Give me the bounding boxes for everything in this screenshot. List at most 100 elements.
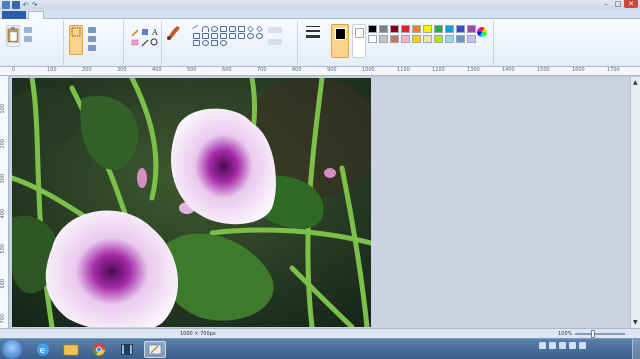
ruler-tick-label: 800 [292, 67, 302, 73]
cloud-shape[interactable] [202, 40, 209, 46]
system-tray[interactable] [539, 342, 586, 349]
quick-access-toolbar: ↶ ↷ [2, 1, 38, 9]
status-bar: 1000 × 700px 100% [0, 328, 640, 338]
triangle-shape[interactable] [247, 25, 254, 33]
pencil-icon[interactable] [131, 29, 139, 37]
tab-view[interactable] [48, 11, 64, 19]
oval-shape[interactable] [211, 26, 218, 32]
rotate-icon[interactable] [88, 45, 96, 51]
callout-shape[interactable] [193, 40, 200, 46]
clipboard-group [2, 21, 64, 65]
media-icon[interactable] [116, 341, 138, 358]
ruler-tick-label: 700 [257, 67, 267, 73]
curve-shape[interactable] [202, 26, 209, 32]
explorer-icon[interactable] [60, 341, 82, 358]
eraser-icon[interactable] [131, 39, 139, 46]
ruler-tick-label: 900 [327, 67, 337, 73]
polygon-shape[interactable] [238, 26, 245, 32]
ruler-tick-label: 600 [0, 279, 6, 289]
ruler-tick-label: 600 [222, 67, 232, 73]
volume-icon[interactable] [579, 342, 586, 349]
minimize-button[interactable]: – [600, 0, 612, 8]
paste-button[interactable] [6, 25, 20, 47]
magnifier-icon[interactable] [150, 38, 158, 46]
tray-icon-1[interactable] [539, 342, 546, 349]
shapes-gallery[interactable] [191, 24, 263, 46]
save-icon[interactable] [12, 1, 20, 9]
close-button[interactable]: ✕ [624, 0, 638, 8]
zoom-slider[interactable] [575, 333, 625, 335]
ribbon-tabs [0, 10, 640, 19]
rectangle-shape[interactable] [220, 26, 227, 32]
oval-callout-shape[interactable] [220, 40, 227, 46]
vertical-ruler: 100 200 300 400 500 600 700 [0, 76, 9, 328]
fill-dropdown-icon[interactable] [268, 39, 282, 45]
text-icon[interactable]: A [151, 28, 158, 37]
resize-icon[interactable] [88, 36, 96, 42]
scroll-down-icon[interactable]: ▼ [633, 319, 638, 326]
hexagon-shape[interactable] [202, 33, 209, 39]
ruler-tick-label: 1500 [537, 67, 550, 73]
network-icon[interactable] [569, 342, 576, 349]
color-picker-icon[interactable] [141, 39, 149, 47]
tray-icon-2[interactable] [549, 342, 556, 349]
zoom-level: 100% [558, 331, 573, 337]
canvas-image[interactable] [12, 78, 371, 327]
maximize-button[interactable]: □ [612, 0, 624, 8]
canvas-workarea[interactable] [10, 77, 630, 328]
outline-icon[interactable] [268, 27, 282, 33]
vertical-scrollbar[interactable]: ▲ ▼ [630, 77, 640, 328]
title-bar: ↶ ↷ – □ ✕ [0, 0, 640, 10]
colors-group [328, 21, 494, 65]
ruler-tick-label: 100 [0, 104, 6, 114]
ruler-tick-label: 500 [187, 67, 197, 73]
ruler-tick-label: 1200 [432, 67, 445, 73]
redo-icon[interactable]: ↷ [31, 1, 38, 9]
crop-icon[interactable] [88, 27, 96, 33]
tray-icon-3[interactable] [559, 342, 566, 349]
ie-icon[interactable]: e [32, 341, 54, 358]
rounded-rectangle-shape[interactable] [229, 26, 236, 32]
star-shape[interactable] [247, 33, 254, 39]
ruler-tick-label: 1700 [607, 67, 620, 73]
tools-group: A [126, 21, 162, 65]
image-size: 1000 × 700px [180, 331, 216, 337]
ruler-tick-label: 1600 [572, 67, 585, 73]
zoom-slider-thumb[interactable] [591, 330, 595, 338]
ribbon: A [0, 19, 640, 67]
ruler-tick-label: 1400 [502, 67, 515, 73]
ruler-tick-label: 700 [0, 314, 6, 324]
app-menu-icon[interactable] [2, 1, 10, 9]
pentagon-shape[interactable] [193, 33, 200, 39]
flower-photo [12, 78, 371, 327]
tab-home[interactable] [28, 11, 44, 19]
image-group [66, 21, 124, 65]
heart-shape[interactable] [256, 33, 263, 39]
lightning-shape[interactable] [211, 40, 218, 46]
copy-icon[interactable] [24, 36, 32, 42]
ruler-tick-label: 0 [12, 67, 16, 73]
ruler-tick-label: 400 [0, 209, 6, 219]
undo-icon[interactable]: ↶ [22, 1, 29, 9]
up-arrow-shape[interactable] [229, 33, 236, 39]
scroll-up-icon[interactable]: ▲ [633, 79, 638, 86]
tab-file[interactable] [2, 11, 26, 19]
line-shape[interactable] [191, 24, 202, 34]
fill-icon[interactable] [142, 29, 148, 35]
cut-icon[interactable] [24, 27, 32, 33]
chrome-icon[interactable] [88, 341, 110, 358]
horizontal-ruler: 0 100 200 300 400 500 600 700 800 900 1000 1100 1200… [0, 67, 640, 76]
show-desktop-button[interactable] [632, 339, 640, 359]
right-arrow-shape[interactable] [211, 33, 218, 39]
ruler-tick-label: 1300 [467, 67, 480, 73]
line-size-icon [306, 26, 320, 38]
select-button[interactable] [69, 25, 83, 55]
left-arrow-shape[interactable] [220, 33, 227, 39]
ruler-tick-label: 1000 [362, 67, 375, 73]
paint-taskbar-icon[interactable] [144, 341, 166, 358]
ruler-tick-label: 500 [0, 244, 6, 254]
brushes-button[interactable] [165, 23, 185, 57]
start-button[interactable] [2, 340, 22, 359]
size-button[interactable] [304, 23, 326, 57]
down-arrow-shape[interactable] [238, 33, 245, 39]
